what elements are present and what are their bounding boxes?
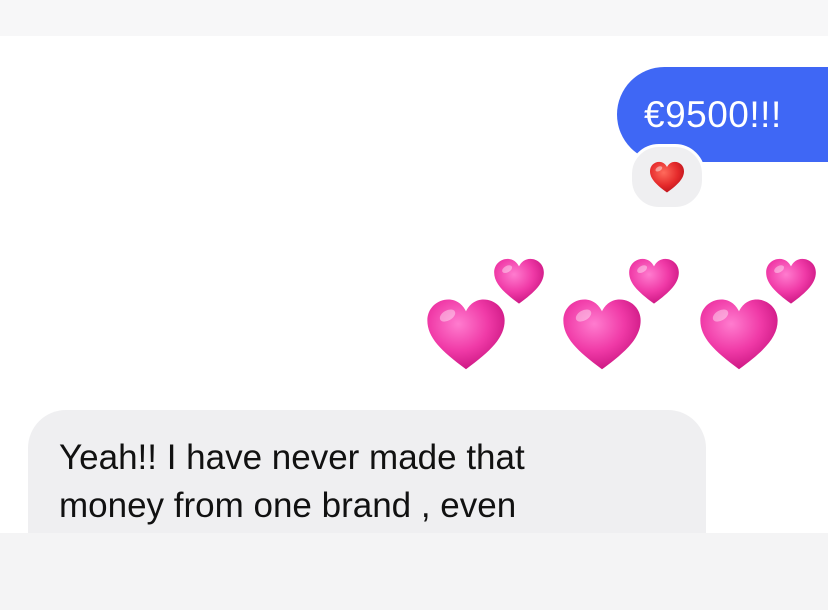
- composer-bar: [0, 533, 828, 610]
- received-message-text: Yeah!! I have never made that money from…: [59, 434, 676, 530]
- top-bar: [0, 0, 828, 36]
- two-hearts-icon: [420, 250, 550, 380]
- reaction-badge[interactable]: [629, 144, 705, 210]
- two-hearts-icon: [694, 250, 824, 380]
- sent-message-text: €9500!!!: [644, 94, 782, 135]
- red-heart-icon: [650, 161, 684, 193]
- received-message-line: Yeah!! I have never made that: [59, 438, 525, 477]
- emoji-message-hearts[interactable]: [420, 250, 828, 385]
- two-hearts-icon: [557, 250, 687, 380]
- received-message-line: money from one brand , even: [59, 486, 517, 525]
